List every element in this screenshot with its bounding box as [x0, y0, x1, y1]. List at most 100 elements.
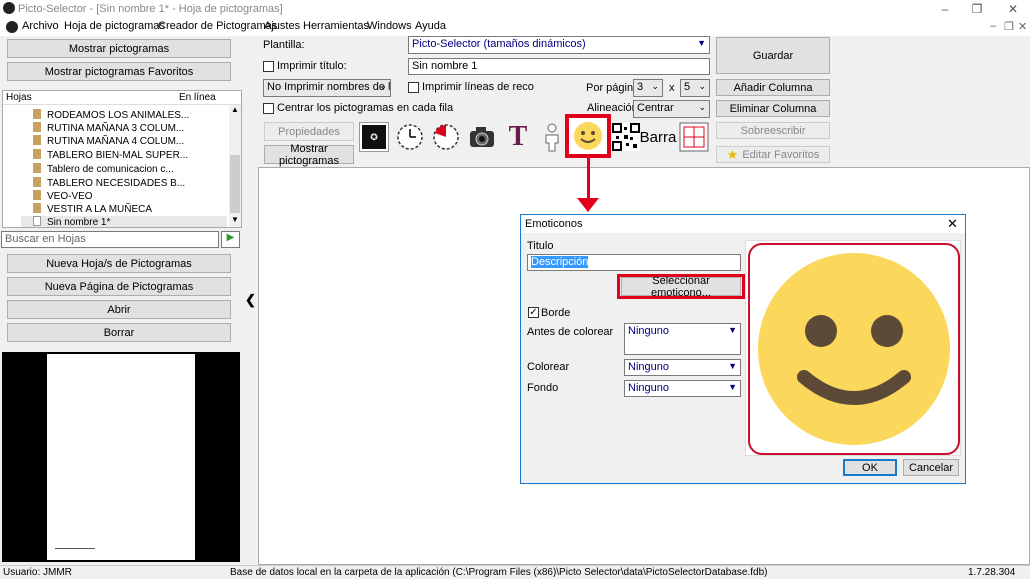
- delete-button[interactable]: Borrar: [7, 323, 231, 342]
- collapse-panel-icon[interactable]: ❮: [245, 292, 256, 308]
- tree-item[interactable]: RODEAMOS LOS ANIMALES...: [33, 109, 189, 121]
- before-color-select[interactable]: Ninguno ▼: [624, 323, 741, 355]
- tree-col-hojas: Hojas: [6, 92, 32, 103]
- emoticon-tool-highlight[interactable]: [565, 114, 611, 158]
- titulo-label: Titulo: [527, 240, 554, 252]
- text-icon[interactable]: T: [502, 121, 534, 153]
- tree-item[interactable]: TABLERO NECESIDADES B...: [33, 177, 185, 189]
- select-emoticon-button[interactable]: Seleccionar emoticono...: [621, 275, 741, 299]
- menu-hoja[interactable]: Hoja de pictogramas: [64, 20, 165, 32]
- chevron-down-icon: ▼: [697, 38, 706, 48]
- show-favorites-button[interactable]: Mostrar pictogramas Favoritos: [7, 62, 231, 81]
- border-checkbox[interactable]: ✓: [528, 307, 539, 318]
- tree-scrollbar[interactable]: ▲ ▼: [229, 105, 241, 227]
- menu-creador[interactable]: Creador de Pictogramas: [158, 20, 277, 32]
- tree-item[interactable]: VEO-VEO: [33, 190, 93, 202]
- scroll-down-icon[interactable]: ▼: [231, 215, 239, 224]
- close-icon[interactable]: ✕: [996, 0, 1030, 18]
- pictogram-tool-icon[interactable]: ✪: [358, 121, 390, 153]
- per-page-cols-select[interactable]: 5 ⌄: [680, 79, 710, 97]
- smiley-preview-icon: [758, 253, 950, 445]
- print-lines-checkbox[interactable]: [408, 82, 419, 93]
- menu-bar: Archivo Hoja de pictogramas Creador de P…: [0, 18, 1030, 36]
- chevron-down-icon: ▼: [728, 382, 737, 392]
- dialog-close-icon[interactable]: ✕: [947, 216, 958, 232]
- search-go-icon[interactable]: ▶: [221, 231, 240, 248]
- template-select[interactable]: Picto-Selector (tamaños dinámicos) ▼: [408, 36, 710, 54]
- color-label: Colorear: [527, 361, 570, 373]
- bar-icon[interactable]: Barra: [640, 121, 677, 153]
- tree-item[interactable]: RUTINA MAÑANA 3 COLUM...: [33, 122, 184, 134]
- qr-code-icon[interactable]: [610, 121, 642, 153]
- cancel-button[interactable]: Cancelar: [903, 459, 959, 476]
- camera-icon[interactable]: [466, 121, 498, 153]
- ok-button[interactable]: OK: [843, 459, 897, 476]
- scroll-thumb[interactable]: [230, 155, 240, 213]
- smiley-icon: [574, 122, 602, 150]
- properties-button[interactable]: Propiedades: [264, 122, 354, 141]
- tree-item-selected[interactable]: Sin nombre 1*: [21, 216, 227, 227]
- align-select[interactable]: Centrar ⌄: [633, 100, 710, 118]
- document-icon: [33, 216, 41, 226]
- new-sheet-button[interactable]: Nueva Hoja/s de Pictogramas: [7, 254, 231, 273]
- tree-header: Hojas En línea: [3, 91, 241, 105]
- chevron-down-icon: ⌄: [698, 81, 706, 91]
- search-sheets-input[interactable]: Buscar en Hojas: [1, 231, 219, 248]
- delete-column-button[interactable]: Eliminar Columna: [716, 100, 830, 117]
- edit-favorites-button[interactable]: ★ Editar Favoritos: [716, 146, 830, 163]
- tree-item[interactable]: TABLERO BIEN-MAL SUPER...: [33, 149, 188, 161]
- chevron-down-icon: ▼: [728, 325, 737, 335]
- chevron-down-icon: ▼: [728, 361, 737, 371]
- show-pictograms-button[interactable]: Mostrar pictogramas: [7, 39, 231, 58]
- print-title-label: Imprimir título:: [277, 60, 347, 72]
- folder-icon: [33, 135, 41, 145]
- background-select[interactable]: Ninguno ▼: [624, 380, 741, 397]
- folder-icon: [33, 190, 41, 200]
- sheets-tree[interactable]: Hojas En línea RODEAMOS LOS ANIMALES... …: [2, 90, 242, 228]
- folder-icon: [33, 163, 41, 173]
- titulo-input[interactable]: Descripción: [527, 254, 741, 271]
- tree-item[interactable]: Tablero de comunicacion c...: [33, 163, 174, 175]
- per-page-label: Por página: [586, 82, 640, 94]
- show-pictograms-top-button[interactable]: Mostrar pictogramas: [264, 143, 354, 167]
- scroll-up-icon[interactable]: ▲: [231, 105, 239, 114]
- emoticons-dialog: Emoticonos ✕ Titulo Descripción Seleccio…: [520, 214, 966, 484]
- tree-item[interactable]: RUTINA MAÑANA 4 COLUM...: [33, 135, 184, 147]
- save-button[interactable]: Guardar: [716, 37, 830, 74]
- names-select[interactable]: No Imprimir nombres de lo ⌄: [263, 79, 391, 97]
- menu-ajustes[interactable]: Ajustes: [264, 20, 300, 32]
- restore-icon[interactable]: ❐: [960, 0, 994, 18]
- folder-icon: [33, 203, 41, 213]
- overwrite-button[interactable]: Sobreescribir: [716, 122, 830, 139]
- border-label: Borde: [541, 307, 571, 319]
- background-label: Fondo: [527, 382, 559, 394]
- color-select[interactable]: Ninguno ▼: [624, 359, 741, 376]
- title-input[interactable]: Sin nombre 1: [408, 58, 710, 75]
- minimize-icon[interactable]: –: [928, 0, 962, 18]
- menu-herramientas[interactable]: Herramientas: [303, 20, 369, 32]
- menu-archivo[interactable]: Archivo: [22, 20, 59, 32]
- app-icon: [3, 2, 15, 14]
- folder-icon: [33, 149, 41, 159]
- menu-ayuda[interactable]: Ayuda: [415, 20, 446, 32]
- mdi-minimize-icon[interactable]: –: [990, 20, 996, 32]
- person-icon[interactable]: [536, 121, 568, 153]
- folder-icon: [33, 109, 41, 119]
- center-checkbox[interactable]: [263, 103, 274, 114]
- folder-icon: [33, 122, 41, 132]
- mdi-restore-icon[interactable]: ❐: [1004, 20, 1014, 33]
- clock-icon[interactable]: [394, 121, 426, 153]
- dialog-titlebar: Emoticonos ✕: [521, 215, 965, 233]
- align-label: Alineación: [587, 102, 638, 114]
- menu-windows[interactable]: Windows: [367, 20, 412, 32]
- star-icon: ★: [726, 146, 739, 162]
- per-page-rows-select[interactable]: 3 ⌄: [633, 79, 663, 97]
- grid-icon[interactable]: [678, 121, 710, 153]
- new-page-button[interactable]: Nueva Página de Pictogramas: [7, 277, 231, 296]
- print-title-checkbox[interactable]: [263, 61, 274, 72]
- add-column-button[interactable]: Añadir Columna: [716, 79, 830, 96]
- timer-icon[interactable]: [430, 121, 462, 153]
- open-button[interactable]: Abrir: [7, 300, 231, 319]
- mdi-close-icon[interactable]: ✕: [1018, 20, 1027, 33]
- tree-item[interactable]: VESTIR A LA MUÑECA: [33, 203, 152, 215]
